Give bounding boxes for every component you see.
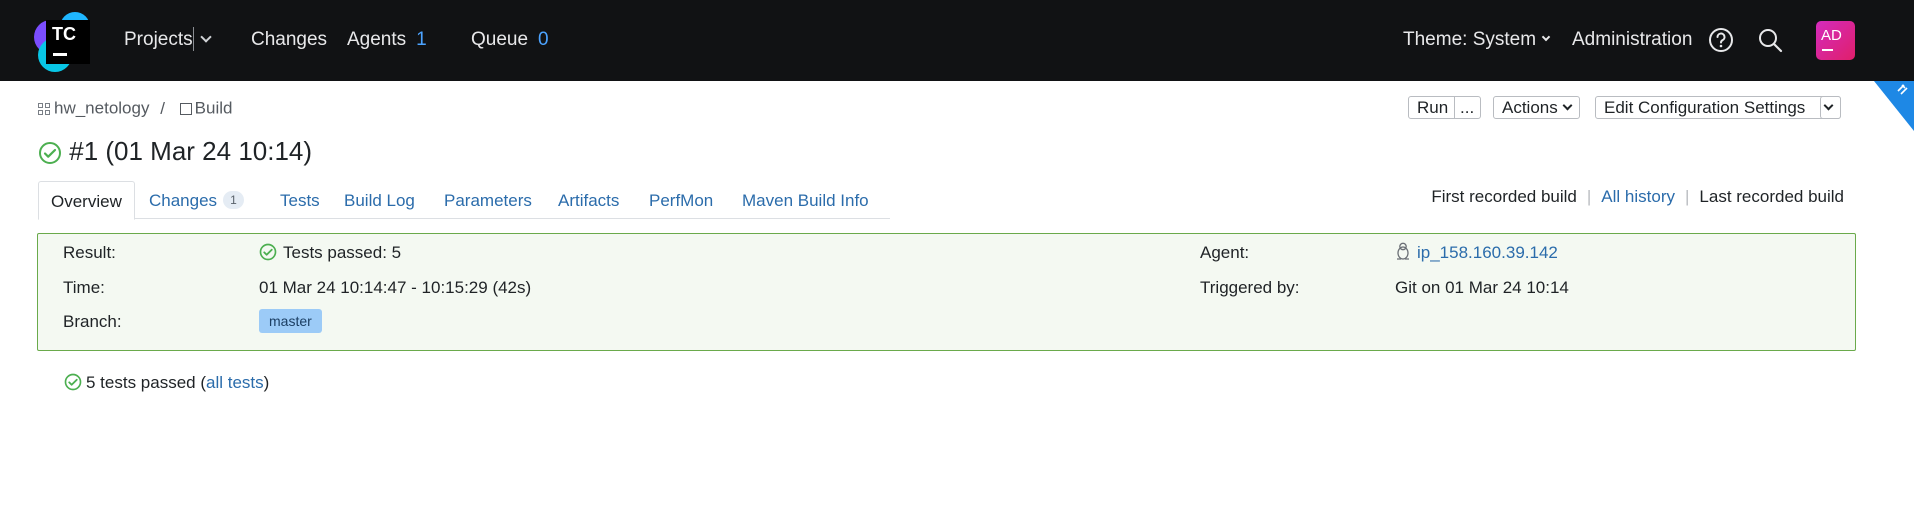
run-button[interactable]: Run (1408, 96, 1455, 119)
success-check-icon (259, 243, 277, 261)
agents-count: 1 (416, 29, 427, 50)
success-check-icon (39, 142, 61, 165)
time-value: 01 Mar 24 10:14:47 - 10:15:29 (42s) (259, 278, 532, 297)
result-text: Tests passed: 5 (283, 243, 402, 262)
breadcrumb: hw_netology / Build (38, 98, 232, 119)
teamcity-logo[interactable]: TC (34, 12, 98, 72)
chevron-down-icon (1542, 32, 1551, 42)
tab-label: PerfMon (649, 191, 714, 210)
corner-ribbon[interactable] (1858, 81, 1914, 131)
result-value: Tests passed: 5 (259, 242, 401, 264)
breadcrumb-build-config[interactable]: Build (195, 99, 233, 118)
agent-label: Agent: (1200, 243, 1250, 262)
logo-box: TC (46, 20, 90, 64)
logo-text: TC (52, 24, 76, 44)
nav-administration[interactable]: Administration (1572, 28, 1692, 52)
tab-label: Build Log (344, 191, 415, 210)
avatar-underscore (1822, 49, 1833, 51)
tests-summary: 5 tests passed (all tests) (64, 372, 269, 394)
triggered-by-value: Git on 01 Mar 24 10:14 (1395, 278, 1569, 297)
tab-build-log[interactable]: Build Log (344, 181, 415, 219)
theme-label: Theme: System (1403, 29, 1537, 50)
run-options-label: ... (1460, 98, 1475, 117)
search-icon[interactable] (1757, 27, 1783, 53)
queue-count: 0 (538, 29, 549, 50)
time-label: Time: (63, 278, 105, 297)
avatar-initials: AD (1821, 27, 1842, 44)
tab-label: Parameters (444, 191, 532, 210)
actions-dropdown[interactable]: Actions (1493, 96, 1580, 119)
result-label: Result: (63, 243, 116, 262)
branch-badge[interactable]: master (259, 309, 322, 333)
tab-maven-build-info[interactable]: Maven Build Info (742, 181, 869, 219)
help-icon[interactable] (1708, 27, 1734, 53)
nav-agents[interactable]: Agents 1 (347, 28, 427, 52)
run-options-button[interactable]: ... (1454, 96, 1481, 119)
nav-changes-label: Changes (251, 29, 328, 50)
edit-settings-dropdown[interactable] (1820, 96, 1841, 119)
history-navigation: First recorded build | All history | Last re… (1431, 186, 1844, 208)
build-tabs: Overview Changes 1 Tests Build Log Parame… (38, 181, 890, 220)
tab-label: Changes (149, 191, 218, 210)
chevron-down-icon (1562, 100, 1573, 111)
tab-artifacts[interactable]: Artifacts (558, 181, 619, 219)
actions-label: Actions (1502, 98, 1558, 117)
nav-changes[interactable]: Changes (251, 28, 327, 52)
agent-value[interactable]: ip_158.160.39.142 (1395, 242, 1558, 264)
tests-summary-close: ) (263, 373, 270, 392)
project-grid-icon (38, 102, 50, 115)
triggered-by-label: Triggered by: (1200, 278, 1300, 297)
tab-label: Artifacts (558, 191, 620, 210)
tab-parameters[interactable]: Parameters (444, 181, 532, 219)
top-navigation-bar: TC Projects Changes Agents 1 Queue 0 Theme… (0, 0, 1914, 81)
user-avatar[interactable]: AD (1816, 21, 1855, 60)
nav-agents-label: Agents (347, 29, 407, 50)
tests-summary-text: 5 tests passed ( (86, 373, 207, 392)
all-tests-link[interactable]: all tests (206, 373, 264, 392)
breadcrumb-project[interactable]: hw_netology (54, 99, 149, 118)
tab-changes[interactable]: Changes 1 (149, 181, 244, 219)
build-title: #1 (01 Mar 24 10:14) (69, 136, 313, 166)
chevron-down-icon (200, 31, 212, 43)
first-recorded-build: First recorded build (1431, 187, 1577, 206)
tab-label: Overview (51, 192, 122, 211)
nav-queue[interactable]: Queue 0 (471, 28, 549, 52)
theme-selector[interactable]: Theme: System (1403, 28, 1551, 52)
build-config-icon (179, 102, 192, 115)
edit-configuration-settings-button[interactable]: Edit Configuration Settings (1595, 96, 1841, 119)
branch-label: Branch: (63, 312, 122, 331)
changes-count-badge: 1 (223, 191, 244, 209)
tab-label: Maven Build Info (742, 191, 869, 210)
tab-label: Tests (280, 191, 320, 210)
agent-link[interactable]: ip_158.160.39.142 (1417, 243, 1558, 262)
page-title: #1 (01 Mar 24 10:14) (38, 134, 312, 168)
nav-projects-label: Projects (124, 29, 193, 50)
build-details-panel: Result: Tests passed: 5 Time: 01 Mar 24 … (37, 233, 1856, 351)
tab-overview[interactable]: Overview (38, 181, 135, 220)
breadcrumb-separator: / (160, 98, 165, 118)
all-history-link[interactable]: All history (1601, 187, 1675, 206)
nav-queue-label: Queue (471, 29, 529, 50)
edit-settings-label: Edit Configuration Settings (1604, 98, 1806, 117)
run-button-label: Run (1417, 98, 1449, 117)
history-divider: | (1684, 187, 1690, 206)
nav-projects[interactable]: Projects (124, 28, 193, 52)
last-recorded-build: Last recorded build (1699, 187, 1844, 206)
chevron-down-icon (1823, 100, 1834, 111)
tab-tests[interactable]: Tests (280, 181, 320, 219)
success-check-icon (64, 373, 82, 391)
linux-icon (1397, 242, 1409, 260)
administration-label: Administration (1572, 29, 1693, 50)
logo-underscore (53, 53, 67, 56)
tab-perfmon[interactable]: PerfMon (649, 181, 713, 219)
projects-divider (193, 27, 194, 51)
history-divider: | (1586, 187, 1592, 206)
projects-dropdown-toggle[interactable] (200, 28, 212, 52)
